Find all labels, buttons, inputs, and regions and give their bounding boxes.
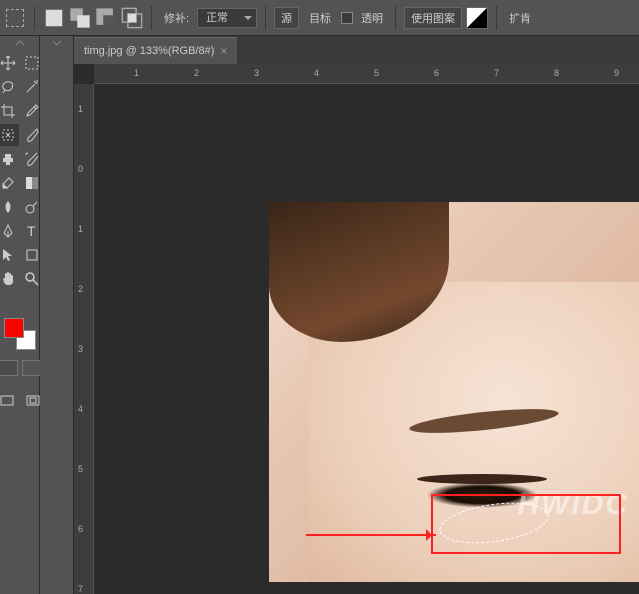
lasso-tool-icon[interactable] [0, 76, 19, 98]
standard-mode-icon[interactable] [0, 360, 18, 376]
document-tab-bar: timg.jpg @ 133%(RGB/8#) × [74, 36, 639, 64]
dodge-tool-icon[interactable] [21, 196, 43, 218]
screen-mode-icon[interactable] [0, 390, 18, 412]
annotation-arrow [306, 534, 436, 536]
patch-label: 修补: [160, 10, 193, 26]
svg-text:T: T [27, 223, 36, 239]
panel-handle-icon[interactable] [6, 40, 34, 46]
expand-label: 扩肯 [505, 10, 535, 26]
shape-tool-icon[interactable] [21, 244, 43, 266]
history-brush-tool-icon[interactable] [21, 148, 43, 170]
workspace: timg.jpg @ 133%(RGB/8#) × 1 2 3 4 5 6 7 … [74, 36, 639, 594]
blur-tool-icon[interactable] [0, 196, 19, 218]
eyedropper-tool-icon[interactable] [21, 100, 43, 122]
use-pattern-button[interactable]: 使用图案 [404, 7, 462, 29]
foreground-color[interactable] [4, 318, 24, 338]
magic-wand-tool-icon[interactable] [21, 76, 43, 98]
selection-new-icon[interactable] [43, 7, 65, 29]
patch-tool-icon[interactable] [0, 124, 19, 146]
source-button[interactable]: 源 [274, 7, 299, 29]
screen-toggle-icon[interactable] [22, 390, 44, 412]
color-swatch[interactable] [4, 318, 36, 350]
zoom-tool-icon[interactable] [21, 268, 43, 290]
options-bar: 修补: 正常 源 目标 透明 使用图案 扩肯 [0, 0, 639, 36]
pen-tool-icon[interactable] [0, 220, 19, 242]
clone-stamp-tool-icon[interactable] [0, 148, 19, 170]
horizontal-ruler: 1 2 3 4 5 6 7 8 9 [94, 64, 639, 84]
selection-intersect-icon[interactable] [121, 7, 143, 29]
transparent-checkbox[interactable] [341, 12, 353, 24]
hand-tool-icon[interactable] [0, 268, 19, 290]
quickmask-mode-icon[interactable] [22, 360, 42, 376]
transparent-label: 透明 [357, 10, 387, 26]
vertical-ruler: 1 0 1 2 3 4 5 6 7 [74, 84, 94, 594]
panel-handle-icon[interactable] [43, 40, 71, 46]
eraser-tool-icon[interactable] [0, 172, 19, 194]
selection-add-icon[interactable] [69, 7, 91, 29]
document-tab[interactable]: timg.jpg @ 133%(RGB/8#) × [74, 37, 237, 64]
patch-mode-dropdown[interactable]: 正常 [197, 8, 257, 28]
canvas-area[interactable]: 1 2 3 4 5 6 7 8 9 1 0 1 2 3 4 5 6 7 [74, 64, 639, 594]
type-tool-icon[interactable]: T [21, 220, 43, 242]
collapsed-panel [40, 36, 74, 594]
selection-subtract-icon[interactable] [95, 7, 117, 29]
tool-preset-picker[interactable] [4, 7, 26, 29]
gradient-tool-icon[interactable] [21, 172, 43, 194]
target-button[interactable]: 目标 [303, 7, 337, 29]
brush-tool-icon[interactable] [21, 124, 43, 146]
toolbox: T [0, 36, 40, 594]
path-selection-tool-icon[interactable] [0, 244, 19, 266]
pattern-swatch[interactable] [466, 7, 488, 29]
move-tool-icon[interactable] [0, 52, 19, 74]
close-icon[interactable]: × [220, 44, 227, 58]
crop-tool-icon[interactable] [0, 100, 19, 122]
document-title: timg.jpg @ 133%(RGB/8#) [84, 45, 214, 57]
marquee-tool-icon[interactable] [21, 52, 43, 74]
